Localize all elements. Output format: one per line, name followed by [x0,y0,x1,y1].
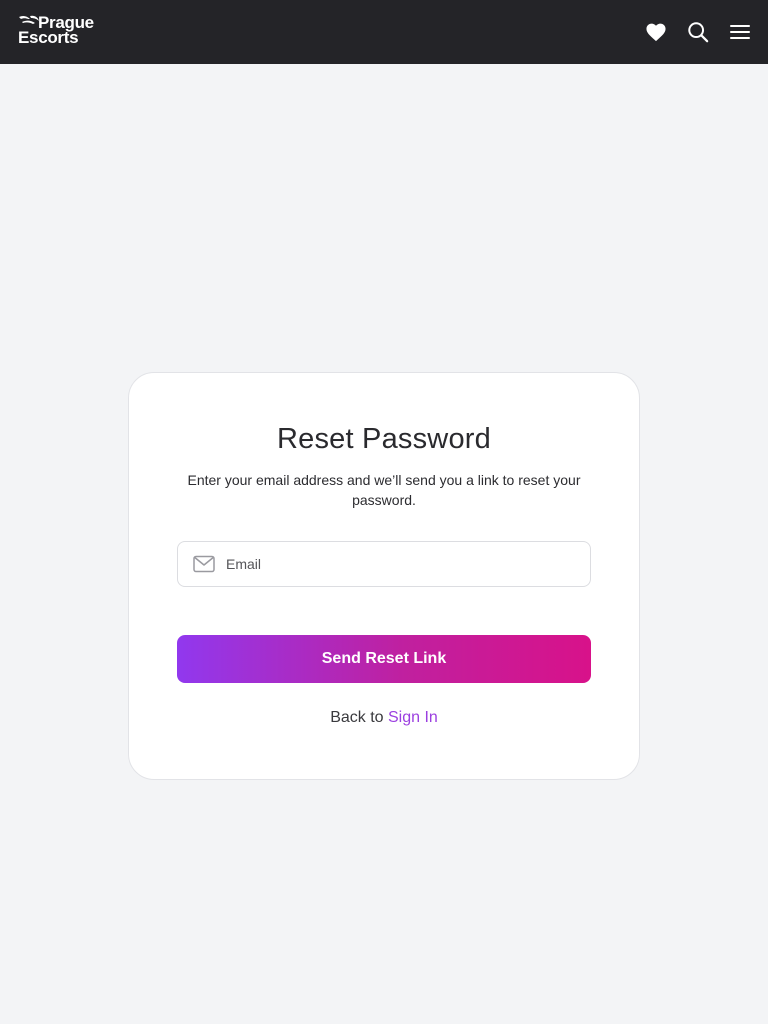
email-field-wrapper [177,541,591,587]
mail-icon [193,555,215,573]
back-to-text: Back to [330,709,384,726]
search-button[interactable] [682,16,714,48]
heart-icon [646,23,666,42]
menu-button[interactable] [724,16,756,48]
favorites-button[interactable] [640,16,672,48]
search-icon [688,22,709,43]
sign-in-link[interactable]: Sign In [388,709,438,726]
site-logo[interactable]: Prague Escorts [17,14,107,50]
menu-icon [730,25,750,39]
logo-text-escorts: Escorts [18,28,79,47]
send-reset-link-button[interactable]: Send Reset Link [177,635,591,683]
reset-password-card: Reset Password Enter your email address … [128,372,640,780]
site-header: Prague Escorts [0,0,768,64]
email-input[interactable] [218,542,583,586]
back-to-signin: Back to Sign In [129,709,639,727]
page-title: Reset Password [277,423,491,455]
header-actions [640,16,756,48]
reset-instructions: Enter your email address and we’ll send … [187,472,581,508]
